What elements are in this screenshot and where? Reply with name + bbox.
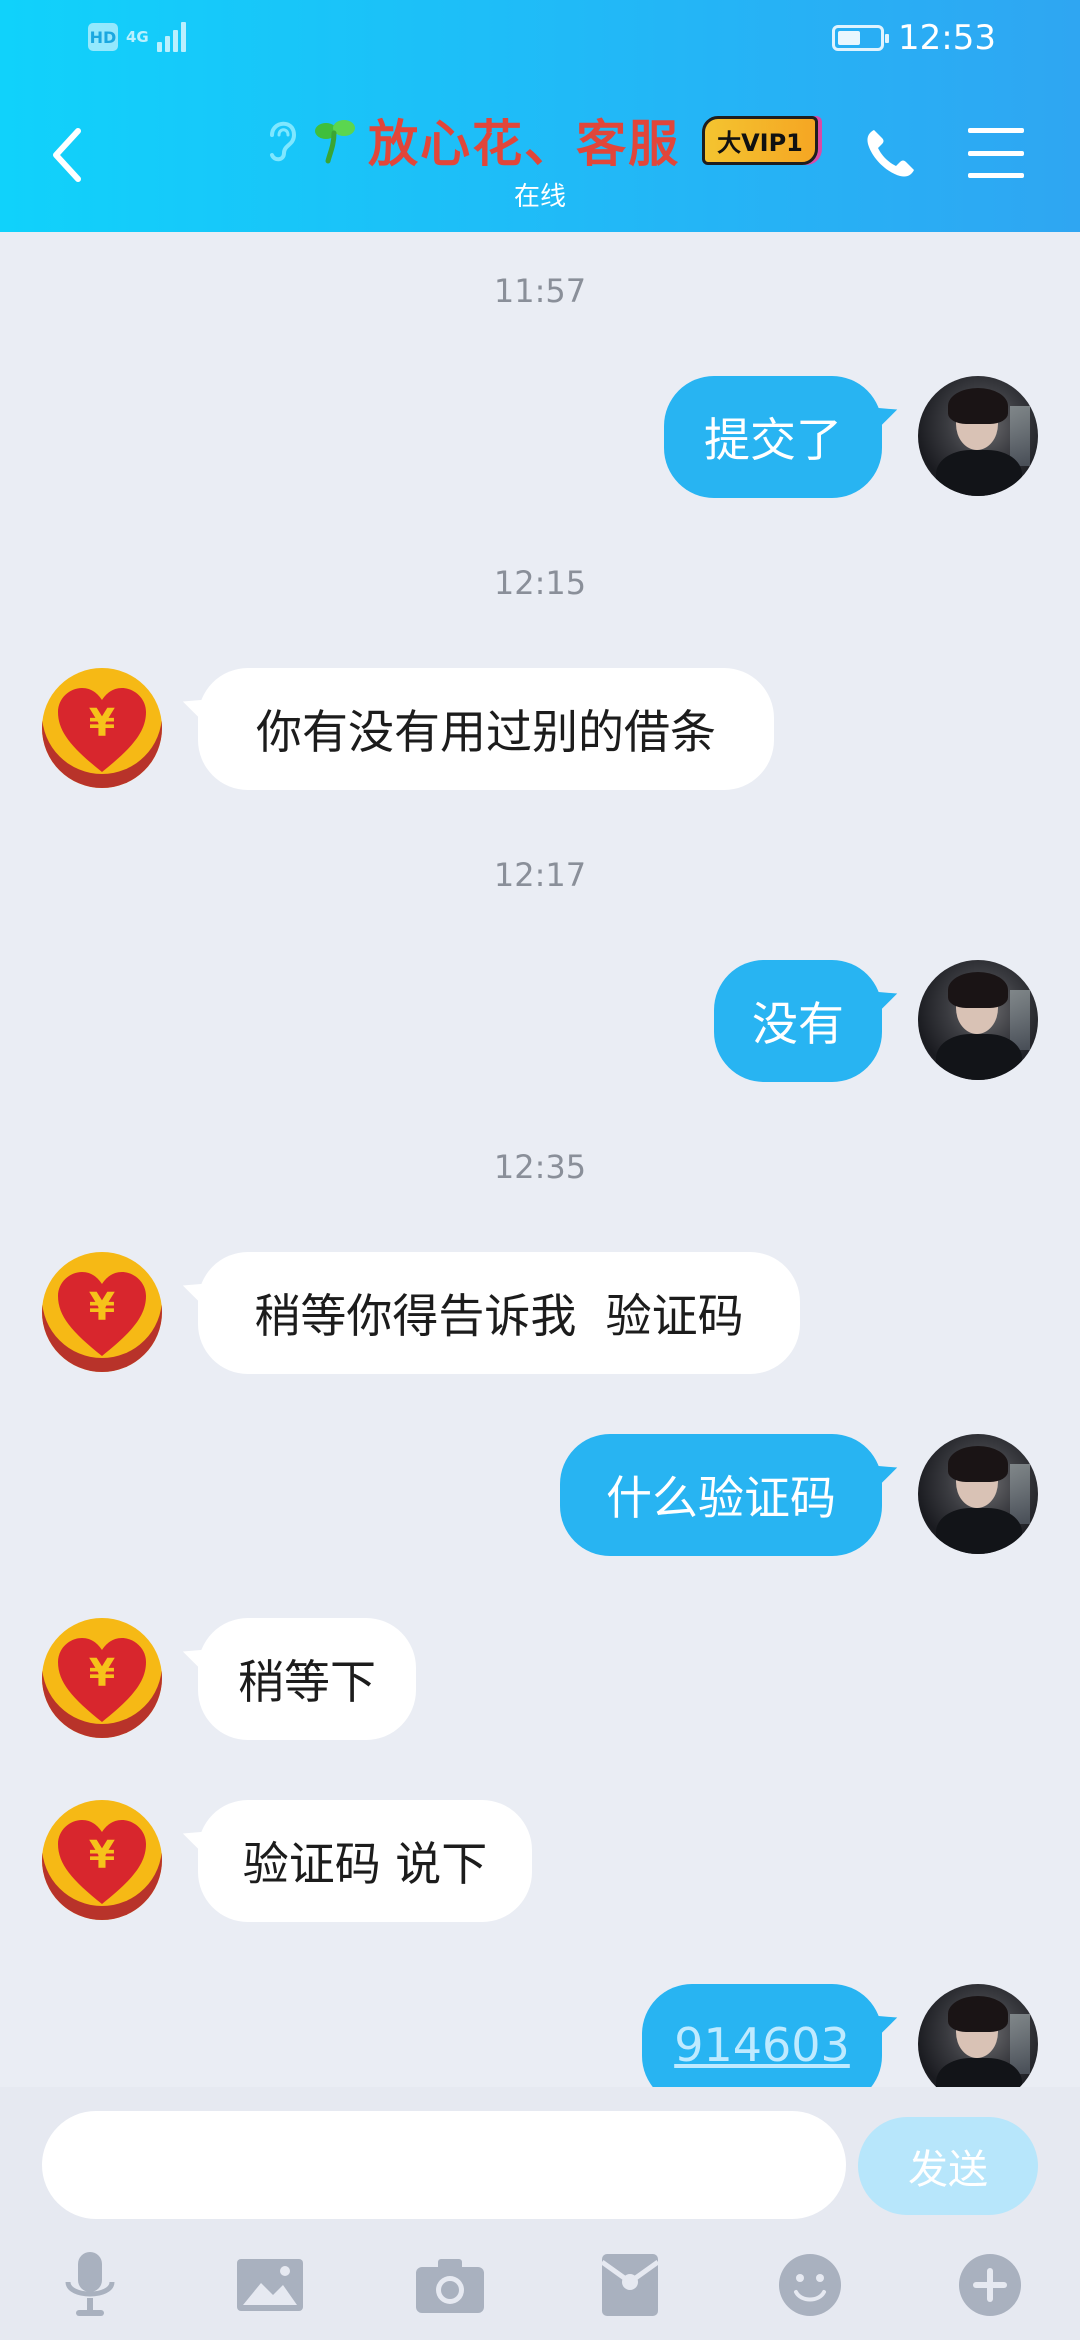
image-icon [237,2259,303,2311]
service-avatar[interactable]: ¥ [42,668,162,788]
received-message[interactable]: 你有没有用过别的借条 [198,668,774,790]
sprout-icon [315,120,356,164]
message-text: 没有 [752,997,844,1051]
red-packet-icon [600,2254,660,2316]
plus-icon [959,2254,1021,2316]
received-message[interactable]: 验证码 说下 [198,1800,532,1922]
menu-line [968,173,1024,178]
phone-icon [867,130,914,177]
sent-message[interactable]: 什么验证码 [560,1434,882,1556]
emoji-icon [779,2254,841,2316]
service-avatar[interactable]: ¥ [42,1800,162,1920]
status-right: 12:53 [832,18,996,58]
emoji-button[interactable] [770,2245,850,2325]
network-label: 4G [126,28,149,46]
input-bar: 发送 [0,2087,1080,2340]
menu-line [968,128,1024,133]
vip-badge: 大VIP1 [702,115,818,165]
heart-yen-icon: ¥ [58,688,146,772]
status-left: HD 4G [88,22,186,52]
image-button[interactable] [230,2245,310,2325]
my-avatar[interactable] [918,376,1038,496]
svg-text:¥: ¥ [89,1285,115,1329]
timestamp: 12:35 [493,1148,587,1186]
sent-message[interactable]: 914603 [642,1984,882,2087]
sent-message[interactable]: 没有 [714,960,882,1082]
send-button[interactable]: 发送 [858,2117,1038,2215]
title-row: 放心花、客服 大VIP1 [262,104,818,176]
more-button[interactable] [950,2245,1030,2325]
received-message[interactable]: 稍等下 [198,1618,416,1740]
camera-icon [416,2259,484,2313]
menu-button[interactable] [968,128,1024,178]
message-input[interactable] [42,2111,846,2219]
received-message[interactable]: 稍等你得告诉我 验证码 [198,1252,800,1374]
message-text: 什么验证码 [606,1471,836,1525]
code-link[interactable]: 914603 [674,2018,850,2072]
heart-yen-icon: ¥ [58,1272,146,1356]
menu-line [968,150,1024,156]
service-avatar[interactable]: ¥ [42,1252,162,1372]
timestamp: 11:57 [493,272,587,310]
heart-yen-icon: ¥ [58,1820,146,1904]
heart-yen-icon: ¥ [58,1638,146,1722]
timestamp: 12:17 [493,856,587,894]
chat-header: HD 4G 12:53 放心花、客服 大VIP1 在线 [0,0,1080,232]
ear-icon [270,121,297,162]
svg-text:¥: ¥ [89,1833,115,1877]
voice-button[interactable] [50,2245,130,2325]
svg-text:¥: ¥ [89,1651,115,1695]
status-bar: HD 4G 12:53 [0,0,1080,80]
service-avatar[interactable]: ¥ [42,1618,162,1738]
my-avatar[interactable] [918,1984,1038,2087]
svg-text:¥: ¥ [89,701,115,745]
message-text: 稍等你得告诉我 验证码 [254,1289,744,1343]
message-text: 验证码 说下 [242,1837,488,1891]
battery-icon [832,25,890,51]
message-text: 稍等下 [238,1655,376,1709]
signal-icon [156,22,186,52]
status-time: 12:53 [898,18,996,58]
red-packet-button[interactable] [590,2245,670,2325]
input-toolbar [0,2245,1080,2335]
message-text: 提交了 [704,413,842,467]
hd-badge: HD [88,23,118,51]
microphone-icon [65,2252,115,2316]
my-avatar[interactable] [918,960,1038,1080]
sent-message[interactable]: 提交了 [664,376,882,498]
call-button[interactable] [862,124,920,182]
my-avatar[interactable] [918,1434,1038,1554]
message-list[interactable]: 11:57 提交了 12:15 ¥ 你有没有用过别的借条 12:17 没有 12… [0,232,1080,2087]
camera-button[interactable] [410,2245,490,2325]
chat-title: 放心花、客服 [368,115,681,173]
timestamp: 12:15 [493,564,587,602]
message-text: 你有没有用过别的借条 [256,705,716,759]
